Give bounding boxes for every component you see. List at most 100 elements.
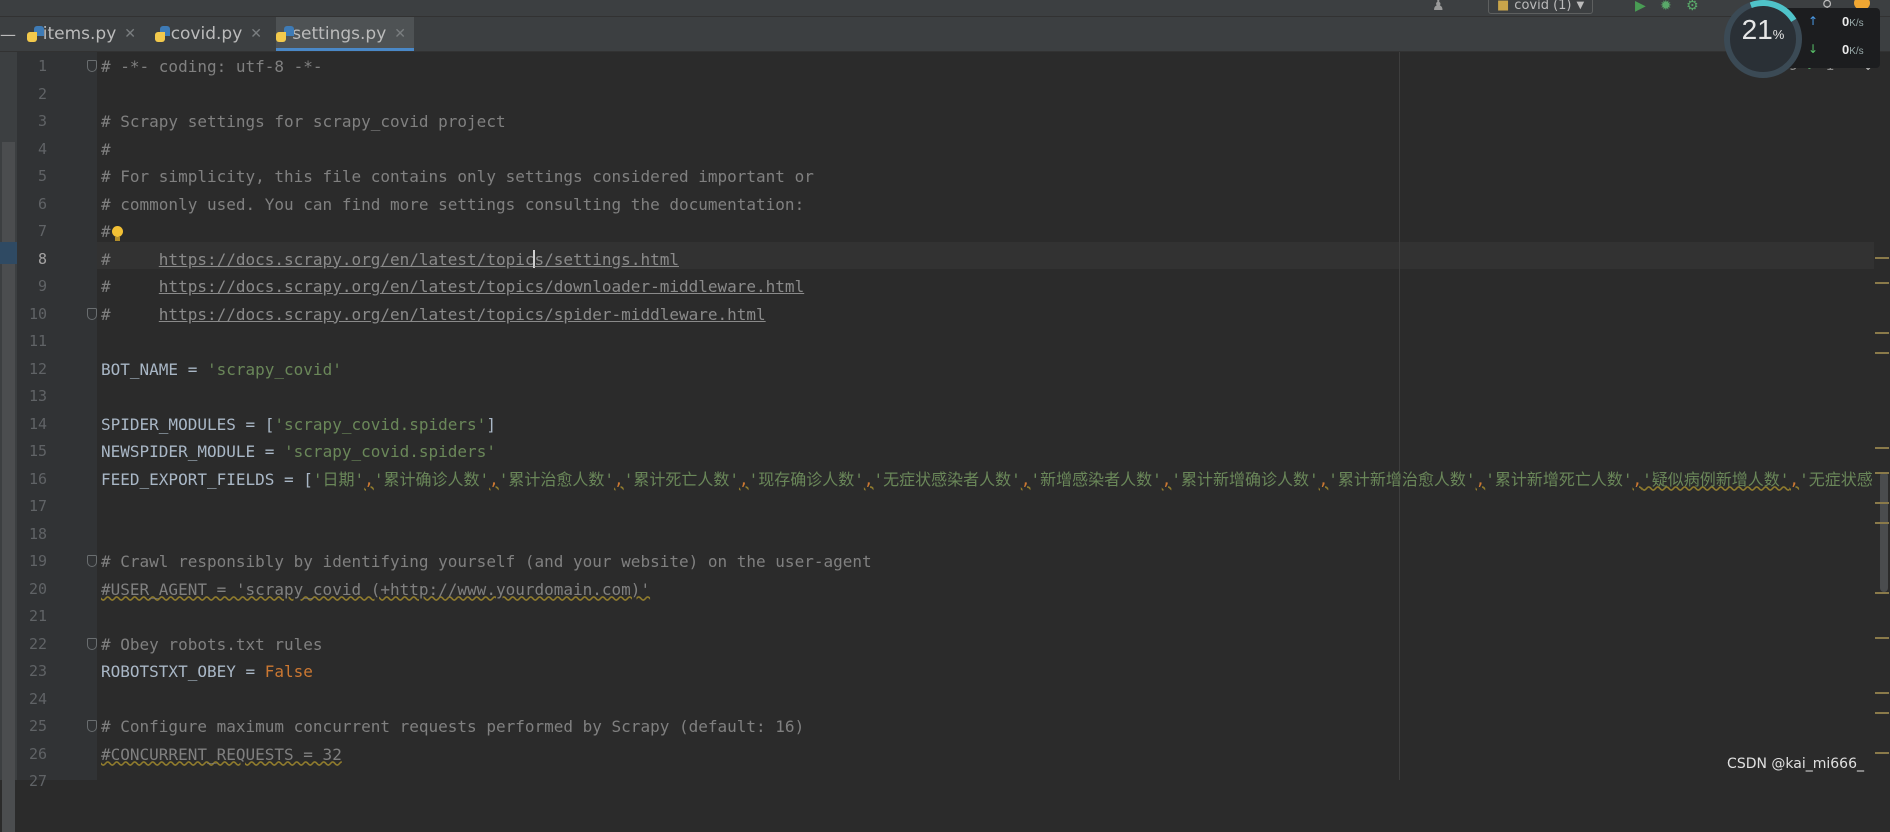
scrollbar-marker[interactable] <box>1875 592 1889 594</box>
code-line[interactable]: FEED_EXPORT_FIELDS = ['日期','累计确诊人数','累计治… <box>101 466 1881 493</box>
line-number[interactable]: 11 <box>17 328 47 355</box>
scrollbar-marker[interactable] <box>1875 447 1889 449</box>
scrollbar-marker[interactable] <box>1875 472 1889 474</box>
line-number[interactable]: 12 <box>17 356 47 383</box>
code-line[interactable] <box>101 81 1881 108</box>
close-icon[interactable]: ✕ <box>250 26 262 42</box>
scrollbar-marker[interactable] <box>1875 692 1889 694</box>
line-number[interactable]: 4 <box>17 136 47 163</box>
doc-link[interactable]: https://docs.scrapy.org/en/latest/topics… <box>159 305 766 324</box>
line-number[interactable]: 25 <box>17 713 47 740</box>
line-number[interactable]: 7 <box>17 218 47 245</box>
line-number[interactable]: 18 <box>17 521 47 548</box>
scrollbar-marker[interactable] <box>1875 712 1889 714</box>
code-line[interactable]: SPIDER_MODULES = ['scrapy_covid.spiders'… <box>101 411 1881 438</box>
line-number[interactable]: 1 <box>17 53 47 80</box>
code-line[interactable]: # Scrapy settings for scrapy_covid proje… <box>101 108 1881 135</box>
collapse-icon[interactable]: — <box>0 25 16 44</box>
code-line[interactable]: # commonly used. You can find more setti… <box>101 191 1881 218</box>
line-number[interactable]: 5 <box>17 163 47 190</box>
code-line[interactable] <box>101 603 1881 630</box>
scrollbar-marker[interactable] <box>1875 502 1889 504</box>
run-configuration-select[interactable]: ■ covid (1) ▼ <box>1488 0 1594 14</box>
code-line[interactable] <box>101 493 1881 520</box>
scrollbar-thumb[interactable] <box>1880 472 1888 592</box>
line-number[interactable]: 22 <box>17 631 47 658</box>
scrollbar-marker[interactable] <box>1875 752 1889 754</box>
code-line[interactable]: BOT_NAME = 'scrapy_covid' <box>101 356 1881 383</box>
line-number[interactable]: 27 <box>17 768 47 795</box>
line-number[interactable]: 15 <box>17 438 47 465</box>
fold-marker-icon[interactable] <box>87 307 97 320</box>
close-icon[interactable]: ✕ <box>394 26 406 42</box>
code-line[interactable]: # https://docs.scrapy.org/en/latest/topi… <box>101 273 1881 300</box>
fold-marker-icon[interactable] <box>87 637 97 650</box>
cpu-usage-value: 21% <box>1741 14 1785 45</box>
code-line[interactable] <box>101 328 1881 355</box>
code-editor[interactable]: # -*- coding: utf-8 -*- # Scrapy settings… <box>97 52 1887 780</box>
code-line[interactable] <box>101 686 1881 713</box>
main-toolbar: ♟ ■ covid (1) ▼ ▶ ✹ ⚙ ⚲ <box>0 0 1890 17</box>
editor-scrollbar[interactable] <box>1874 52 1890 780</box>
code-line[interactable]: # Configure maximum concurrent requests … <box>101 713 1881 740</box>
tab-settings-py[interactable]: settings.py ✕ <box>275 17 414 51</box>
code-line[interactable] <box>101 521 1881 548</box>
code-token: , <box>863 469 874 489</box>
scrollbar-marker[interactable] <box>1875 352 1889 354</box>
code-line[interactable]: #CONCURRENT_REQUESTS = 32 <box>101 741 1881 768</box>
code-token: # Crawl responsibly by identifying yours… <box>101 552 872 571</box>
coverage-icon[interactable]: ⚙ <box>1686 0 1702 14</box>
line-number[interactable]: 23 <box>17 658 47 685</box>
scrollbar-marker[interactable] <box>1875 282 1889 284</box>
run-icon[interactable]: ▶ <box>1635 0 1651 14</box>
line-number[interactable]: 6 <box>17 191 47 218</box>
close-icon[interactable]: ✕ <box>124 26 136 42</box>
line-number[interactable]: 17 <box>17 493 47 520</box>
python-file-icon <box>275 26 296 42</box>
code-line[interactable]: #USER_AGENT = 'scrapy_covid (+http://www… <box>101 576 1881 603</box>
line-number[interactable]: 24 <box>17 686 47 713</box>
code-token: 'scrapy_covid' <box>206 359 342 379</box>
code-line[interactable]: NEWSPIDER_MODULE = 'scrapy_covid.spiders… <box>101 438 1881 465</box>
debug-icon[interactable]: ✹ <box>1660 0 1676 14</box>
line-number[interactable]: 20 <box>17 576 47 603</box>
scrollbar-marker[interactable] <box>1875 332 1889 334</box>
line-number[interactable]: 16 <box>17 466 47 493</box>
code-line[interactable]: # <box>101 218 1881 245</box>
line-number-gutter[interactable]: 1 2 3 4 5 6 7 8 9 10 11 12 13 14 15 16 17 18 19 20 21 22 23 24 2… <box>17 52 97 790</box>
code-token: # commonly used. You can find more setti… <box>101 194 805 214</box>
code-line[interactable]: # <box>101 136 1881 163</box>
line-number[interactable]: 9 <box>17 273 47 300</box>
tab-covid-py[interactable]: covid.py ✕ <box>152 17 270 51</box>
code-line[interactable] <box>101 383 1881 410</box>
code-line[interactable]: # For simplicity, this file contains onl… <box>101 163 1881 190</box>
line-number[interactable]: 8 <box>17 246 47 273</box>
doc-link[interactable]: s/settings.html <box>534 250 679 269</box>
line-number[interactable]: 14 <box>17 411 47 438</box>
line-number[interactable]: 10 <box>17 301 47 328</box>
line-number[interactable]: 26 <box>17 741 47 768</box>
line-number[interactable]: 2 <box>17 81 47 108</box>
line-number[interactable]: 3 <box>17 108 47 135</box>
doc-link[interactable]: https://docs.scrapy.org/en/latest/topic <box>159 250 535 269</box>
user-icon[interactable]: ♟ <box>1432 0 1448 14</box>
code-token: # <box>101 249 159 269</box>
code-line[interactable]: # -*- coding: utf-8 -*- <box>101 53 1881 80</box>
tab-items-py[interactable]: items.py ✕ <box>26 17 144 51</box>
fold-marker-icon[interactable] <box>87 555 97 567</box>
fold-marker-icon[interactable] <box>87 60 97 72</box>
code-line[interactable]: # Obey robots.txt rules <box>101 631 1881 658</box>
scrollbar-marker[interactable] <box>1875 637 1889 639</box>
scrollbar-marker[interactable] <box>1875 257 1889 259</box>
code-line[interactable] <box>101 768 1881 795</box>
line-number[interactable]: 13 <box>17 383 47 410</box>
code-line[interactable]: # Crawl responsibly by identifying yours… <box>101 548 1881 575</box>
line-number[interactable]: 19 <box>17 548 47 575</box>
scrollbar-marker[interactable] <box>1875 522 1889 524</box>
code-line[interactable]: # https://docs.scrapy.org/en/latest/topi… <box>101 246 1881 273</box>
code-line[interactable]: # https://docs.scrapy.org/en/latest/topi… <box>101 301 1881 328</box>
fold-marker-icon[interactable] <box>87 720 97 732</box>
line-number[interactable]: 21 <box>17 603 47 630</box>
doc-link[interactable]: https://docs.scrapy.org/en/latest/topics… <box>159 277 804 296</box>
code-line[interactable]: ROBOTSTXT_OBEY = False <box>101 658 1881 685</box>
